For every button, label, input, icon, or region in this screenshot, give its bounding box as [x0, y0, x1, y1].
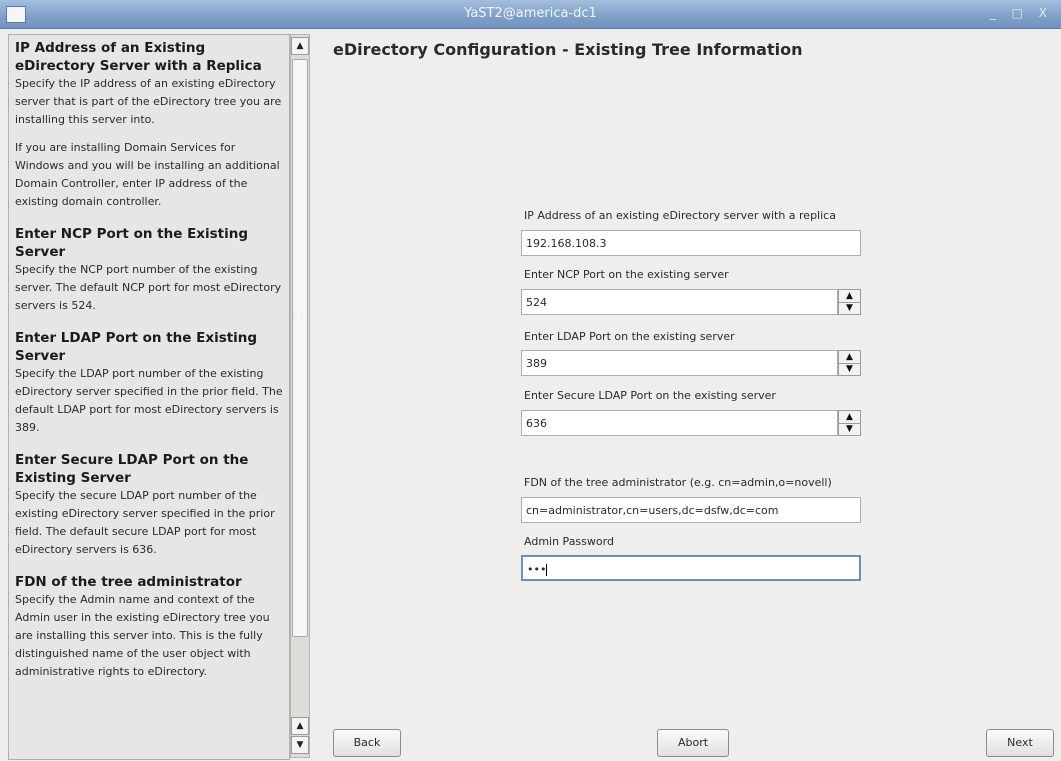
next-button[interactable]: Next — [986, 729, 1054, 757]
help-text-dsfw: If you are installing Domain Services fo… — [15, 141, 280, 208]
window-titlebar[interactable]: YaST2@america-dc1 _ □ X — [0, 0, 1061, 29]
help-heading-sldap: Enter Secure LDAP Port on the Existing S… — [15, 452, 249, 486]
ip-address-label: IP Address of an existing eDirectory ser… — [524, 209, 836, 222]
help-heading-ldap: Enter LDAP Port on the Existing Server — [15, 330, 258, 364]
scroll-up-icon[interactable]: ▲ — [291, 37, 309, 55]
help-heading-fdn: FDN of the tree administrator — [15, 574, 242, 590]
help-text-ncp: Specify the NCP port number of the exist… — [15, 263, 282, 312]
help-text-ldap: Specify the LDAP port number of the exis… — [15, 367, 283, 434]
ncp-port-stepper[interactable]: ▲ ▼ — [838, 289, 861, 315]
ncp-port-input[interactable] — [521, 289, 838, 315]
spin-down-icon[interactable]: ▼ — [839, 302, 860, 314]
admin-password-input[interactable]: ••• — [521, 555, 861, 581]
scroll-down-icon[interactable]: ▼ — [291, 736, 309, 754]
pane-resize-grip-icon[interactable]: ⋮⋮⋮ — [290, 311, 314, 341]
fdn-input[interactable] — [521, 497, 861, 523]
ldap-port-label: Enter LDAP Port on the existing server — [524, 330, 735, 343]
abort-button[interactable]: Abort — [657, 729, 729, 757]
help-text-sldap: Specify the secure LDAP port number of t… — [15, 489, 275, 556]
ip-address-input[interactable] — [521, 230, 861, 256]
text-caret — [546, 564, 548, 576]
secure-ldap-port-stepper[interactable]: ▲ ▼ — [838, 410, 861, 436]
help-scrollbar[interactable]: ▲ ▲ ▼ — [290, 34, 310, 758]
window-title: YaST2@america-dc1 — [464, 6, 597, 21]
page-title: eDirectory Configuration - Existing Tree… — [333, 40, 803, 59]
help-heading-ip: IP Address of an Existing eDirectory Ser… — [15, 40, 262, 74]
ncp-port-label: Enter NCP Port on the existing server — [524, 268, 729, 281]
fdn-label: FDN of the tree administrator (e.g. cn=a… — [524, 476, 832, 489]
help-text-fdn: Specify the Admin name and context of th… — [15, 593, 270, 678]
spin-down-icon[interactable]: ▼ — [839, 423, 860, 435]
help-panel: IP Address of an Existing eDirectory Ser… — [8, 34, 290, 760]
ldap-port-stepper[interactable]: ▲ ▼ — [838, 350, 861, 376]
password-mask: ••• — [527, 563, 547, 576]
secure-ldap-port-input[interactable] — [521, 410, 838, 436]
help-text-ip: Specify the IP address of an existing eD… — [15, 77, 282, 126]
window-controls[interactable]: _ □ X — [990, 6, 1053, 20]
secure-ldap-port-label: Enter Secure LDAP Port on the existing s… — [524, 389, 776, 402]
ldap-port-input[interactable] — [521, 350, 838, 376]
scroll-up-icon-bottom[interactable]: ▲ — [291, 717, 309, 735]
spin-down-icon[interactable]: ▼ — [839, 363, 860, 375]
back-button[interactable]: Back — [333, 729, 401, 757]
scroll-thumb[interactable] — [292, 59, 308, 637]
admin-password-label: Admin Password — [524, 535, 614, 548]
help-heading-ncp: Enter NCP Port on the Existing Server — [15, 226, 249, 260]
